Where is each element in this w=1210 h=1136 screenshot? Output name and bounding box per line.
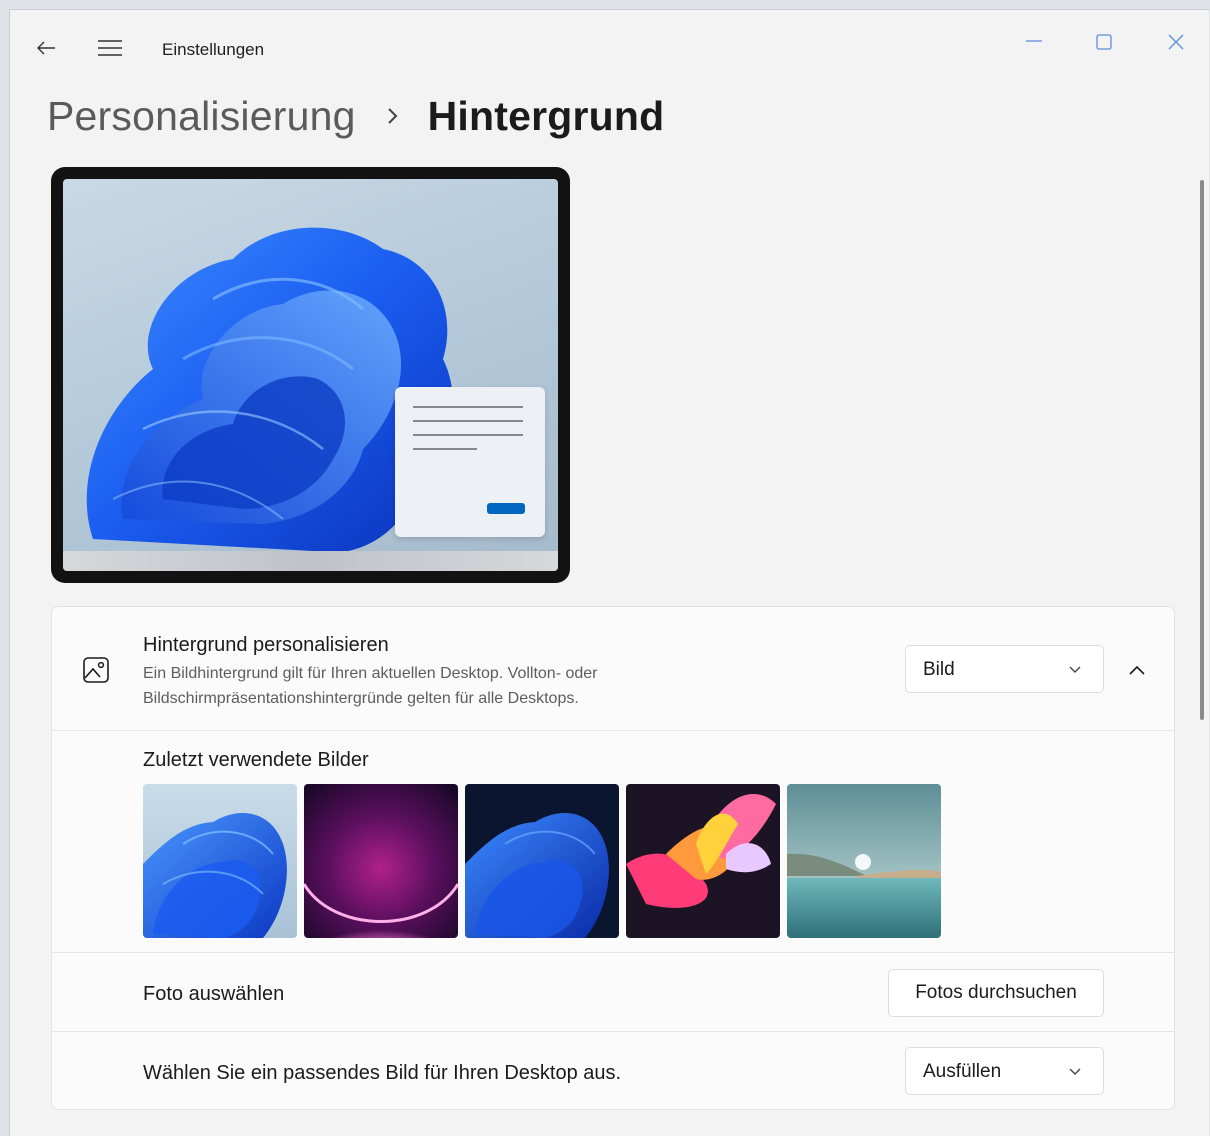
recent-image-ribbon-colorful[interactable] [626,784,780,938]
chevron-right-icon [378,101,408,131]
fit-row: Wählen Sie ein passendes Bild für Ihren … [52,1032,1174,1109]
fit-label: Wählen Sie ein passendes Bild für Ihren … [143,1062,622,1084]
background-personalize-description: Ein Bildhintergrund gilt für Ihren aktue… [143,665,598,707]
minimize-icon [1026,40,1042,42]
fit-value: Ausfüllen [923,1061,1002,1082]
back-arrow-icon [37,41,55,55]
page-title: Hintergrund [427,92,665,139]
collapse-button[interactable] [1122,655,1152,685]
recent-images-section: Zuletzt verwendete Bilder [52,731,1174,953]
scrollbar[interactable] [1200,180,1204,720]
preview-dialog [395,387,545,537]
navigation-menu-button[interactable] [92,34,128,62]
back-button[interactable] [30,34,62,62]
choose-photo-row: Foto auswählen Fotos durchsuchen [52,953,1174,1032]
title-bar: Einstellungen [10,10,1209,82]
maximize-button[interactable] [1078,22,1130,62]
chevron-up-icon [1129,665,1145,675]
background-type-dropdown[interactable]: Bild [905,645,1104,693]
preview-taskbar [63,551,558,571]
recent-image-bloom-light[interactable] [143,784,297,938]
minimize-button[interactable] [1008,22,1060,62]
desktop-preview [51,167,570,583]
background-personalize-header: Hintergrund personalisieren Ein Bildhint… [52,607,1174,731]
background-personalize-title: Hintergrund personalisieren [143,634,389,656]
app-title: Einstellungen [162,40,265,59]
breadcrumb: Personalisierung Hintergrund [47,86,664,146]
fit-dropdown[interactable]: Ausfüllen [905,1047,1104,1095]
recent-images-title: Zuletzt verwendete Bilder [143,749,369,771]
background-type-value: Bild [923,659,955,680]
settings-window: Einstellungen Personalisierung Hintergru… [9,9,1209,1136]
recent-images-list [143,784,941,938]
preview-wallpaper [63,179,558,571]
chevron-down-icon [1069,666,1081,673]
breadcrumb-parent[interactable]: Personalisierung [47,93,356,140]
chevron-down-icon [1069,1068,1081,1075]
background-settings-card: Hintergrund personalisieren Ein Bildhint… [51,606,1175,1110]
hamburger-icon [98,40,122,56]
choose-photo-label: Foto auswählen [143,983,285,1005]
close-button[interactable] [1150,22,1202,62]
maximize-icon [1096,34,1112,50]
image-icon [82,656,110,684]
recent-image-purple-glow[interactable] [304,784,458,938]
browse-photos-button[interactable]: Fotos durchsuchen [888,969,1104,1017]
recent-image-lake-landscape[interactable] [787,784,941,938]
recent-image-bloom-dark[interactable] [465,784,619,938]
close-icon [1168,34,1184,50]
